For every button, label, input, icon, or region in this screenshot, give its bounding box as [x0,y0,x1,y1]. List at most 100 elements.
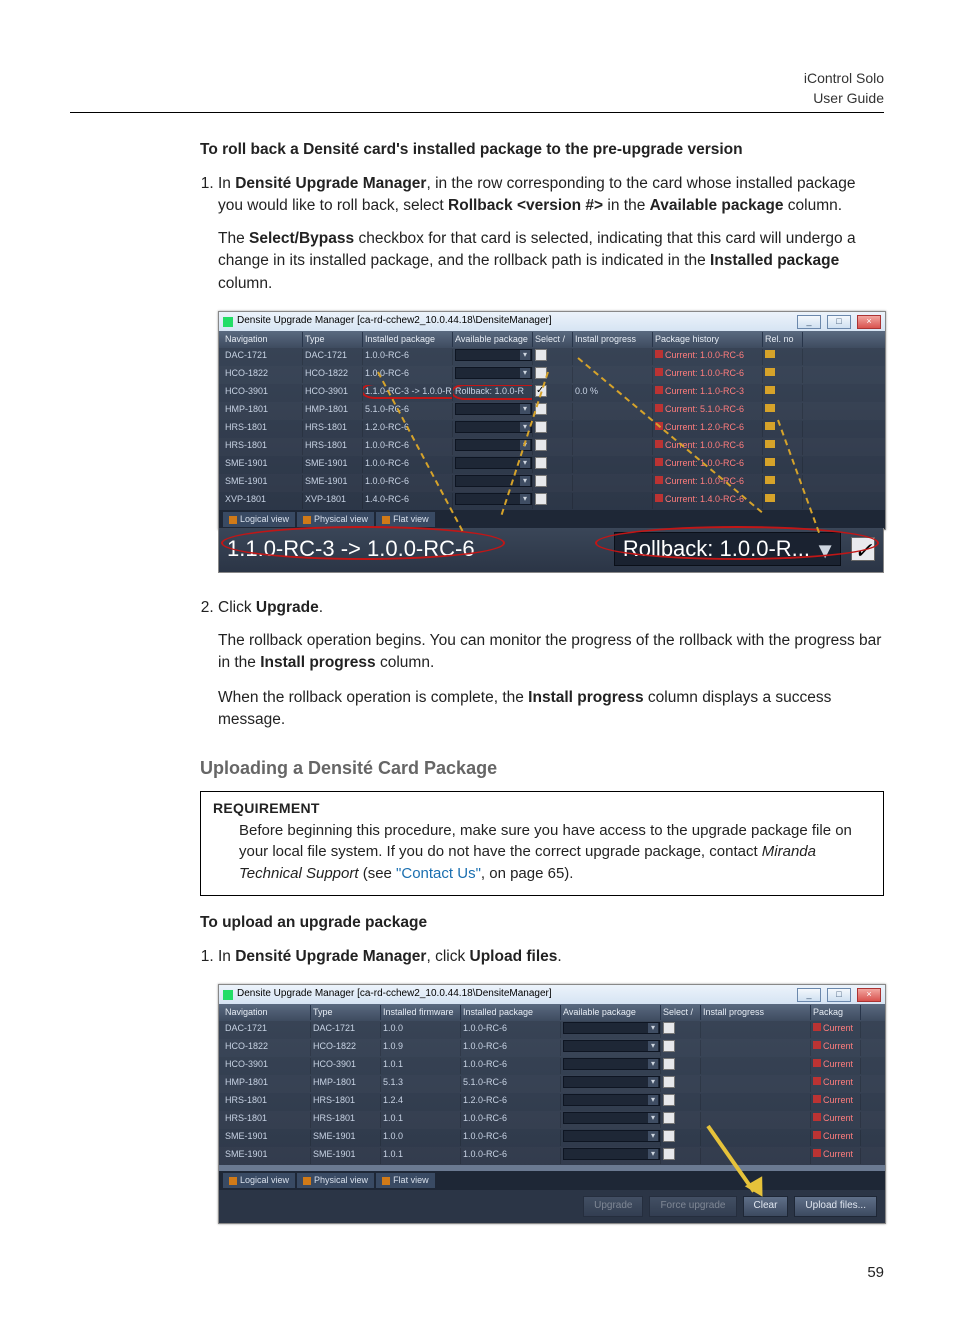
available-package-dropdown[interactable]: ▾ [563,1130,660,1142]
cell-available-package[interactable]: ▾ [561,1094,661,1110]
cell-available-package[interactable]: ▾ [453,421,533,437]
select-checkbox[interactable] [663,1148,675,1160]
table-row[interactable]: HRS-1801HRS-18011.2.41.2.0-RC-6▾Current [219,1093,885,1111]
col-select[interactable]: Select / [533,332,573,347]
col-select[interactable]: Select / [661,1005,701,1020]
zoom-available-package-dropdown[interactable]: Rollback: 1.0.0-R... ▼ [614,532,841,566]
cell-rel-no[interactable] [763,385,803,401]
clear-button[interactable]: Clear [743,1196,789,1217]
cell-rel-no[interactable] [763,493,803,509]
select-checkbox[interactable] [663,1058,675,1070]
cell-rel-no[interactable] [763,403,803,419]
available-package-dropdown[interactable]: ▾ [563,1022,660,1034]
select-checkbox[interactable] [663,1040,675,1052]
table-row[interactable]: HRS-1801HRS-18011.0.0-RC-6▾Current: 1.0.… [219,438,885,456]
col-type[interactable]: Type [303,332,363,347]
window-titlebar[interactable]: Densite Upgrade Manager [ca-rd-cchew2_10… [219,985,885,1004]
tab-physical-view[interactable]: Physical view [297,1173,374,1188]
col-available-package[interactable]: Available package [561,1005,661,1020]
cell-available-package[interactable]: ▾ [561,1076,661,1092]
select-checkbox[interactable] [535,367,547,379]
cell-select[interactable] [533,403,573,419]
select-checkbox[interactable] [535,475,547,487]
contact-us-link[interactable]: "Contact Us" [396,865,481,882]
table-row[interactable]: HCO-1822HCO-18221.0.0-RC-6▾Current: 1.0.… [219,366,885,384]
tab-logical-view[interactable]: Logical view [223,512,295,527]
cell-available-package[interactable]: ▾ [561,1130,661,1146]
cell-available-package[interactable]: ▾ [561,1112,661,1128]
cell-select[interactable] [533,385,573,401]
available-package-dropdown[interactable]: ▾ [563,1112,660,1124]
cell-rel-no[interactable] [763,439,803,455]
col-install-progress[interactable]: Install progress [573,332,653,347]
cell-available-package[interactable]: ▾ [561,1040,661,1056]
close-button[interactable]: × [857,988,881,1002]
tab-logical-view[interactable]: Logical view [223,1173,295,1188]
available-package-dropdown[interactable]: ▾ [455,457,532,469]
cell-available-package[interactable]: ▾ [453,403,533,419]
cell-available-package[interactable]: ▾ [453,493,533,509]
select-checkbox[interactable] [535,349,547,361]
cell-select[interactable] [661,1022,701,1038]
table-row[interactable]: HCO-3901HCO-39011.0.11.0.0-RC-6▾Current [219,1057,885,1075]
available-package-dropdown[interactable]: ▾ [455,349,532,361]
cell-select[interactable] [533,493,573,509]
close-button[interactable]: × [857,315,881,329]
select-checkbox[interactable] [663,1076,675,1088]
minimize-button[interactable]: _ [797,988,821,1002]
cell-available-package[interactable]: ▾ [453,457,533,473]
table-row[interactable]: SME-1901SME-19011.0.0-RC-6▾Current: 1.0.… [219,456,885,474]
select-checkbox[interactable] [663,1112,675,1124]
minimize-button[interactable]: _ [797,315,821,329]
cell-select[interactable] [661,1148,701,1164]
available-package-dropdown[interactable]: ▾ [563,1094,660,1106]
table-row[interactable]: DAC-1721DAC-17211.0.0-RC-6▾Current: 1.0.… [219,348,885,366]
col-install-progress[interactable]: Install progress [701,1005,811,1020]
cell-available-package[interactable]: ▾ [453,349,533,365]
available-package-dropdown[interactable]: ▾ [563,1058,660,1070]
available-package-dropdown[interactable]: ▾ [563,1148,660,1160]
table-row[interactable]: HRS-1801HRS-18011.0.11.0.0-RC-6▾Current [219,1111,885,1129]
window-titlebar[interactable]: Densite Upgrade Manager [ca-rd-cchew2_10… [219,312,885,331]
table-row[interactable]: SME-1901SME-19011.0.0-RC-6▾Current: 1.0.… [219,474,885,492]
cell-rel-no[interactable] [763,457,803,473]
col-installed-package[interactable]: Installed package [363,332,453,347]
available-package-dropdown[interactable]: ▾ [455,367,532,379]
cell-rel-no[interactable] [763,421,803,437]
select-checkbox[interactable] [663,1130,675,1142]
upgrade-button[interactable]: Upgrade [583,1196,643,1217]
cell-select[interactable] [533,439,573,455]
select-checkbox[interactable] [535,457,547,469]
tab-physical-view[interactable]: Physical view [297,512,374,527]
col-package-history[interactable]: Package history [653,332,763,347]
upload-files-button[interactable]: Upload files... [794,1196,877,1217]
cell-select[interactable] [661,1076,701,1092]
cell-select[interactable] [533,349,573,365]
cell-available-package[interactable]: ▾ [561,1022,661,1038]
cell-select[interactable] [661,1040,701,1056]
cell-rel-no[interactable] [763,349,803,365]
col-rel-no[interactable]: Rel. no [763,332,803,347]
col-installed-package[interactable]: Installed package [461,1005,561,1020]
cell-available-package[interactable]: ▾ [453,439,533,455]
available-package-dropdown[interactable]: ▾ [455,403,532,415]
cell-available-package[interactable]: ▾ [561,1148,661,1164]
col-navigation[interactable]: Navigation [223,1005,311,1020]
table-row[interactable]: HRS-1801HRS-18011.2.0-RC-6▾Current: 1.2.… [219,420,885,438]
col-navigation[interactable]: Navigation [223,332,303,347]
cell-select[interactable] [661,1094,701,1110]
select-checkbox[interactable] [535,403,547,415]
maximize-button[interactable]: □ [827,315,851,329]
table-row[interactable]: HCO-1822HCO-18221.0.91.0.0-RC-6▾Current [219,1039,885,1057]
table-row[interactable]: HMP-1801HMP-18015.1.35.1.0-RC-6▾Current [219,1075,885,1093]
col-installed-firmware[interactable]: Installed firmware [381,1005,461,1020]
table-row[interactable]: HMP-1801HMP-18015.1.0-RC-6▾Current: 5.1.… [219,402,885,420]
zoom-select-checkbox[interactable] [851,537,875,561]
cell-select[interactable] [533,475,573,491]
available-package-dropdown[interactable]: ▾ [455,475,532,487]
cell-available-package[interactable]: Rollback: 1.0.0-R [453,385,533,401]
cell-rel-no[interactable] [763,475,803,491]
cell-available-package[interactable]: ▾ [453,367,533,383]
col-package[interactable]: Packag [811,1005,861,1020]
cell-select[interactable] [661,1058,701,1074]
